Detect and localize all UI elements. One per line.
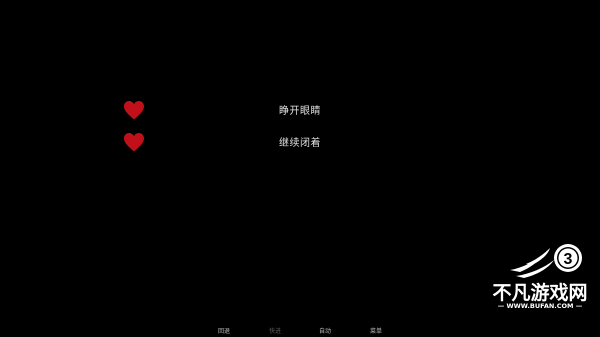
watermark-site-url: — WWW.BUFAN.COM — — [497, 302, 583, 310]
choice-open-eyes[interactable]: 睁开眼睛 — [0, 98, 600, 122]
choice-keep-closed[interactable]: 继续闭着 — [0, 130, 600, 154]
heart-icon — [124, 133, 144, 152]
game-screen: 睁开眼睛 继续闭着 3 不凡游戏网 — WWW.BUFAN.COM — 回退 快… — [0, 0, 600, 337]
quick-menu-bar: 回退 快进 自动 菜单 — [0, 326, 600, 337]
watermark-site-name: 不凡游戏网 — [492, 282, 588, 304]
bufan-logo-icon: 3 — [510, 244, 582, 278]
logo-badge-number: 3 — [564, 251, 573, 268]
choice-label: 继续闭着 — [279, 138, 321, 149]
back-button[interactable]: 回退 — [209, 326, 239, 335]
auto-button[interactable]: 自动 — [310, 326, 340, 335]
heart-icon — [124, 101, 144, 120]
menu-button[interactable]: 菜单 — [361, 326, 391, 335]
choice-label: 睁开眼睛 — [279, 106, 321, 117]
skip-button[interactable]: 快进 — [260, 326, 290, 335]
site-watermark: 3 不凡游戏网 — WWW.BUFAN.COM — — [488, 240, 592, 316]
